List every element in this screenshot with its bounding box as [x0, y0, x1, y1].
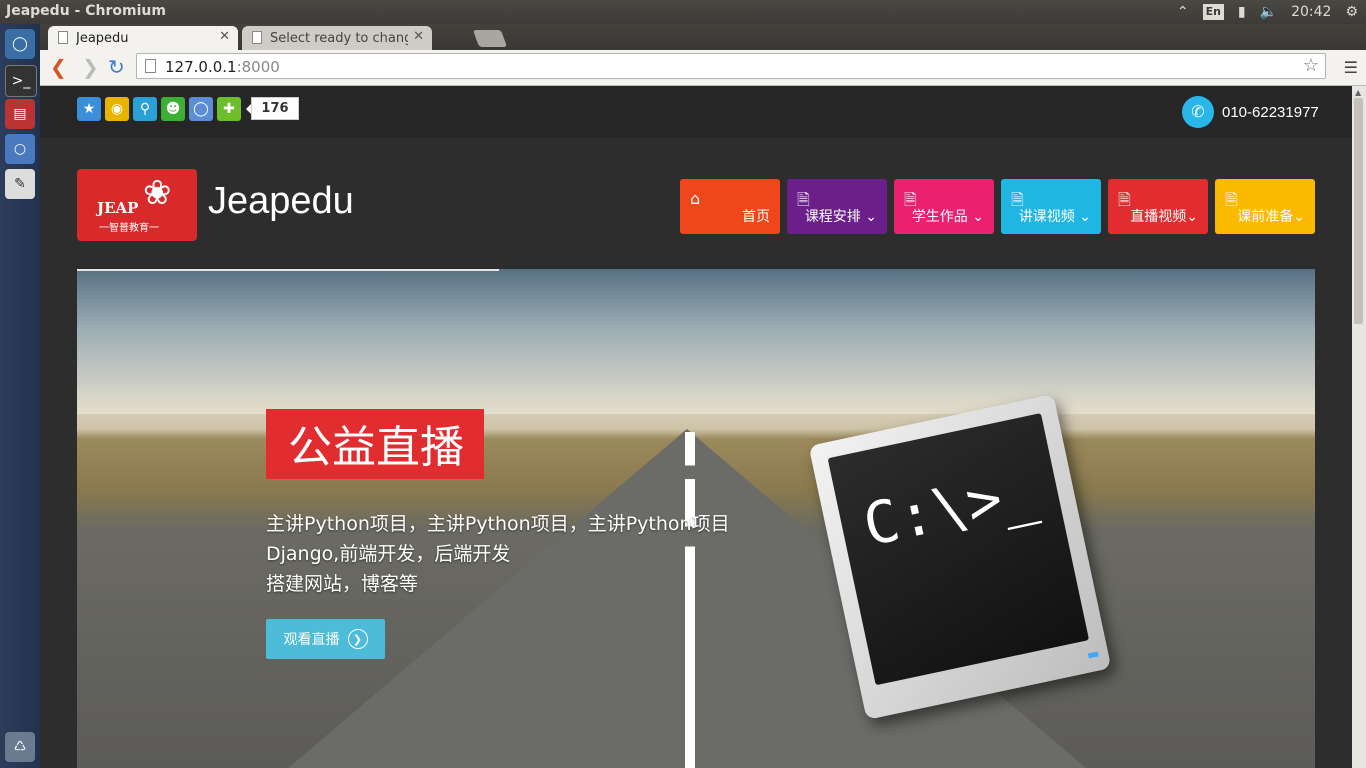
home-icon: ⌂	[690, 189, 701, 208]
slider-progress-bar	[77, 269, 499, 271]
more-share-icon[interactable]: ✚	[217, 97, 241, 121]
nav-label: 讲课视频	[1018, 209, 1075, 225]
dash-icon[interactable]: ◯	[5, 29, 35, 59]
site-logo[interactable]: ❀ JEAP 一智普教育一	[77, 169, 197, 241]
phone-number: 010-62231977	[1222, 103, 1319, 121]
close-icon[interactable]: ✕	[413, 29, 424, 44]
file-manager-icon[interactable]: ▤	[5, 99, 35, 129]
system-tray: ⌃ En ▮ 🔈 20:42 ⚙	[1177, 2, 1358, 22]
browser-tabbar: Jeapedu ✕ Select ready to chang ✕	[40, 24, 1366, 50]
chevron-down-icon: ⌄	[1079, 209, 1091, 225]
tab-select-ready[interactable]: Select ready to chang ✕	[242, 26, 432, 50]
nav-item-lecture-videos[interactable]: 🗎 讲课视频 ⌄	[1001, 179, 1101, 234]
os-launcher: ◯ >_ ▤ ○ ✎ ♺	[0, 24, 41, 768]
page-icon	[58, 31, 68, 44]
banner-description: 主讲Python项目，主讲Python项目，主讲Python项目 Django,…	[266, 509, 730, 599]
logo-text: JEAP	[97, 199, 139, 217]
page-icon	[145, 59, 156, 73]
renren-share-icon[interactable]: ◯	[189, 97, 213, 121]
banner-sky-image	[77, 269, 1315, 414]
main-nav: ⌂ 首页 🗎 课程安排 ⌄ 🗎 学生作品 ⌄ 🗎 讲课视频 ⌄ 🗎 直播视频⌄ …	[680, 179, 1315, 234]
url-port: :8000	[236, 58, 280, 76]
nav-label: 直播视频	[1130, 209, 1187, 225]
chevron-down-icon: ⌄	[1293, 209, 1305, 225]
page-icon	[252, 31, 262, 44]
top-strip: ★ ◉ ⚲ ☻ ◯ ✚ 176 ✆ 010-62231977	[40, 86, 1352, 138]
qzone-share-icon[interactable]: ★	[77, 97, 101, 121]
hero-banner: 公益直播 主讲Python项目，主讲Python项目，主讲Python项目 Dj…	[77, 269, 1315, 768]
banner-line: Django,前端开发，后端开发	[266, 543, 511, 565]
banner-title: 公益直播	[266, 409, 484, 479]
command-prompt-text: C:\>_	[857, 456, 1043, 560]
web-page: ★ ◉ ⚲ ☻ ◯ ✚ 176 ✆ 010-62231977 ❀ JEAP 一智…	[40, 86, 1352, 768]
site-header: ❀ JEAP 一智普教育一 Jeapedu ⌂ 首页 🗎 课程安排 ⌄ 🗎 学生…	[40, 138, 1352, 269]
tab-label: Select ready to chang	[270, 30, 408, 46]
trash-icon[interactable]: ♺	[5, 732, 35, 762]
watch-live-button[interactable]: 观看直播 ❯	[266, 619, 385, 659]
address-bar[interactable]: 127.0.0.1:8000 ☆	[136, 53, 1326, 79]
file-icon: 🗎	[1118, 190, 1131, 209]
text-editor-icon[interactable]: ✎	[5, 169, 35, 199]
nav-item-home[interactable]: ⌂ 首页	[680, 179, 780, 234]
forward-icon[interactable]: ❯	[82, 57, 99, 77]
phone-contact: ✆ 010-62231977	[1182, 96, 1319, 128]
nav-item-preparation[interactable]: 🗎 课前准备⌄	[1215, 179, 1315, 234]
nav-label: 课程安排	[804, 209, 861, 225]
back-icon[interactable]: ❮	[50, 57, 67, 77]
logo-swoosh-icon: ❀	[143, 173, 172, 213]
logo-subtext: 一智普教育一	[99, 223, 159, 234]
phone-icon: ✆	[1182, 96, 1214, 128]
share-count: 176	[246, 97, 299, 120]
site-name: Jeapedu	[208, 180, 354, 222]
nav-item-student-works[interactable]: 🗎 学生作品 ⌄	[894, 179, 994, 234]
chevron-down-icon: ⌄	[865, 209, 877, 225]
nav-item-live-videos[interactable]: 🗎 直播视频⌄	[1108, 179, 1208, 234]
file-icon: 🗎	[1225, 190, 1238, 209]
chevron-down-icon: ⌄	[1186, 209, 1198, 225]
url-host: 127.0.0.1	[165, 58, 237, 76]
window-title: Jeapedu - Chromium	[6, 3, 166, 19]
weibo-share-icon[interactable]: ◉	[105, 97, 129, 121]
os-top-panel: Jeapedu - Chromium ⌃ En ▮ 🔈 20:42 ⚙	[0, 0, 1366, 24]
nav-label: 首页	[742, 209, 770, 225]
nav-label: 课前准备	[1237, 209, 1294, 225]
menu-icon[interactable]: ☰	[1344, 58, 1358, 77]
watch-live-label: 观看直播	[283, 632, 340, 648]
tab-label: Jeapedu	[76, 30, 129, 46]
share-buttons: ★ ◉ ⚲ ☻ ◯ ✚	[77, 97, 241, 121]
bookmark-star-icon[interactable]: ☆	[1303, 53, 1319, 79]
wechat-share-icon[interactable]: ☻	[161, 97, 185, 121]
scroll-up-icon[interactable]: ▲	[1355, 88, 1361, 97]
wifi-icon[interactable]: ⌃	[1177, 4, 1189, 20]
road-center-line	[685, 432, 695, 768]
nav-label: 学生作品	[911, 209, 968, 225]
page-scrollbar[interactable]: ▲	[1352, 86, 1366, 768]
nav-item-course-schedule[interactable]: 🗎 课程安排 ⌄	[787, 179, 887, 234]
tab-jeapedu[interactable]: Jeapedu ✕	[48, 26, 238, 50]
close-icon[interactable]: ✕	[219, 29, 230, 44]
browser-toolbar: ❮ ❯ ↻ 127.0.0.1:8000 ☆ ☰	[40, 50, 1366, 86]
monitor-screen: C:\>_	[827, 413, 1090, 686]
keyboard-layout-indicator[interactable]: En	[1202, 4, 1224, 20]
terminal-icon[interactable]: >_	[5, 65, 37, 97]
battery-icon[interactable]: ▮	[1238, 4, 1246, 20]
tencent-weibo-share-icon[interactable]: ⚲	[133, 97, 157, 121]
chevron-right-icon: ❯	[347, 629, 368, 649]
banner-line: 主讲Python项目，主讲Python项目，主讲Python项目	[266, 513, 730, 535]
chevron-down-icon: ⌄	[972, 209, 984, 225]
banner-line: 搭建网站，博客等	[266, 573, 419, 595]
reload-icon[interactable]: ↻	[108, 57, 125, 77]
scrollbar-thumb[interactable]	[1354, 98, 1363, 324]
chromium-icon[interactable]: ○	[5, 134, 35, 164]
new-tab-button[interactable]	[472, 30, 508, 47]
monitor-led	[1087, 651, 1099, 659]
volume-icon[interactable]: 🔈	[1260, 4, 1277, 20]
gear-icon[interactable]: ⚙	[1345, 4, 1358, 20]
clock[interactable]: 20:42	[1291, 4, 1331, 20]
